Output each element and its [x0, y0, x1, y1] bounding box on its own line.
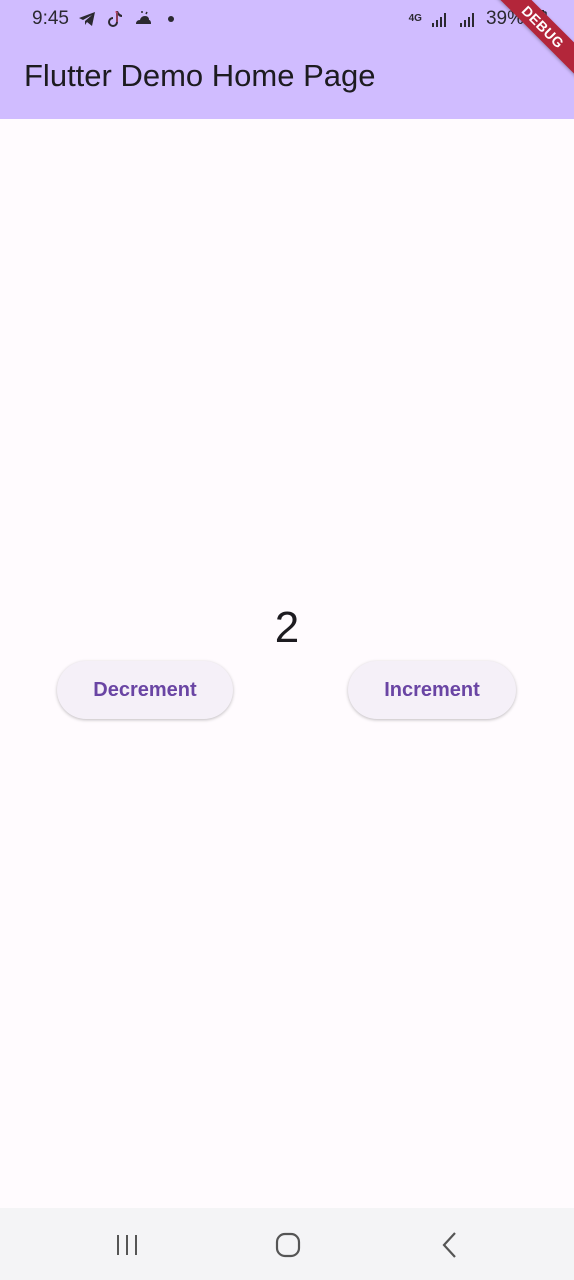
increment-button[interactable]: Increment: [348, 661, 516, 719]
signal-icon: [458, 9, 478, 29]
dot-icon: [161, 9, 181, 29]
system-nav-bar: [0, 1208, 574, 1280]
page-title: Flutter Demo Home Page: [24, 58, 376, 93]
decrement-button[interactable]: Decrement: [57, 661, 233, 719]
status-time: 9:45: [32, 8, 69, 29]
weather-icon: [133, 9, 153, 29]
signal-icon: [430, 9, 450, 29]
network-label: 4G: [408, 13, 422, 24]
tiktok-icon: [105, 9, 125, 29]
status-bar: 9:45 4G 39%: [0, 0, 574, 40]
status-left: 9:45: [32, 8, 181, 30]
back-icon[interactable]: [430, 1228, 470, 1262]
telegram-icon: [77, 9, 97, 29]
home-icon[interactable]: [268, 1228, 308, 1262]
recent-apps-icon[interactable]: [107, 1228, 147, 1262]
counter-value: 2: [274, 603, 300, 652]
